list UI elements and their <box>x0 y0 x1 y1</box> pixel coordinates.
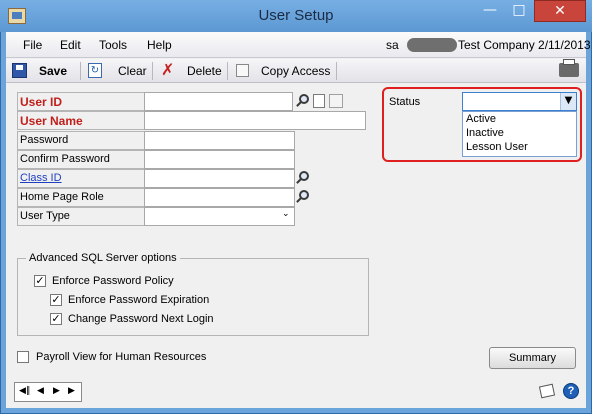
copy-access-icon[interactable] <box>236 64 249 77</box>
change-next-login-checkbox[interactable]: ✓ <box>50 313 62 325</box>
enforce-expiration-label: Enforce Password Expiration <box>68 294 210 306</box>
delete-icon[interactable]: ✗ <box>161 60 174 79</box>
enforce-policy-checkbox[interactable]: ✓ <box>34 275 46 287</box>
save-icon[interactable] <box>12 63 27 78</box>
lookup-icon[interactable] <box>295 170 311 186</box>
status-option-active[interactable]: Active <box>466 113 496 125</box>
close-button[interactable]: ✕ <box>534 0 586 22</box>
menu-edit[interactable]: Edit <box>60 38 81 52</box>
toolbar-separator <box>227 62 228 80</box>
password-label: Password <box>17 131 145 150</box>
first-record-icon[interactable]: ◀‖ <box>19 386 30 396</box>
help-icon[interactable]: ? <box>563 383 579 399</box>
clear-button[interactable]: Clear <box>118 64 147 78</box>
new-note-icon[interactable] <box>313 94 325 108</box>
user-type-dropdown[interactable] <box>144 207 295 226</box>
lookup-icon[interactable] <box>295 93 311 109</box>
previous-record-icon[interactable]: ◀ <box>37 386 44 396</box>
home-page-role-field[interactable] <box>144 188 295 207</box>
chevron-down-icon[interactable]: ▼ <box>560 93 576 110</box>
payroll-view-label: Payroll View for Human Resources <box>36 351 207 363</box>
class-id-field[interactable] <box>144 169 295 188</box>
toolbar-separator <box>152 62 153 80</box>
home-page-role-label: Home Page Role <box>17 188 145 207</box>
expand-icon[interactable] <box>329 94 343 108</box>
company-date: Test Company 2/11/2013 <box>458 38 591 52</box>
chevron-down-icon[interactable]: ⌄ <box>282 209 290 219</box>
payroll-view-checkbox[interactable] <box>17 351 29 363</box>
redacted-text <box>407 38 457 52</box>
password-field[interactable] <box>144 131 295 150</box>
status-label: Status <box>389 96 421 108</box>
enforce-expiration-checkbox[interactable]: ✓ <box>50 294 62 306</box>
user-name-field[interactable] <box>144 111 366 130</box>
user-id-field[interactable] <box>144 92 293 111</box>
minimize-button[interactable]: — <box>476 0 504 22</box>
status-option-lesson-user[interactable]: Lesson User <box>466 141 528 153</box>
confirm-password-field[interactable] <box>144 150 295 169</box>
lookup-icon[interactable] <box>295 189 311 205</box>
change-next-login-label: Change Password Next Login <box>68 313 214 325</box>
user-type-label: User Type <box>17 207 145 226</box>
copy-access-button[interactable]: Copy Access <box>261 64 330 78</box>
menu-help[interactable]: Help <box>147 38 172 52</box>
user-name-label: User Name <box>17 111 145 130</box>
enforce-policy-label: Enforce Password Policy <box>52 275 174 287</box>
user-id-label: User ID <box>17 92 145 111</box>
sql-options-title: Advanced SQL Server options <box>26 252 180 264</box>
toolbar-separator <box>80 62 81 80</box>
current-user: sa <box>386 38 399 52</box>
last-record-icon[interactable]: ▶ <box>68 386 75 396</box>
status-option-inactive[interactable]: Inactive <box>466 127 504 139</box>
confirm-password-label: Confirm Password <box>17 150 145 169</box>
printer-icon[interactable] <box>559 59 579 77</box>
class-id-link[interactable]: Class ID <box>17 169 145 188</box>
maximize-button[interactable]: □ <box>505 0 533 22</box>
next-record-icon[interactable]: ▶ <box>53 386 60 396</box>
menu-file[interactable]: File <box>23 38 42 52</box>
summary-button[interactable]: Summary <box>489 347 576 369</box>
clear-icon[interactable]: ↻ <box>88 63 102 78</box>
toolbar-separator <box>336 62 337 80</box>
delete-button[interactable]: Delete <box>187 64 222 78</box>
menu-tools[interactable]: Tools <box>99 38 127 52</box>
save-button[interactable]: Save <box>39 64 67 78</box>
